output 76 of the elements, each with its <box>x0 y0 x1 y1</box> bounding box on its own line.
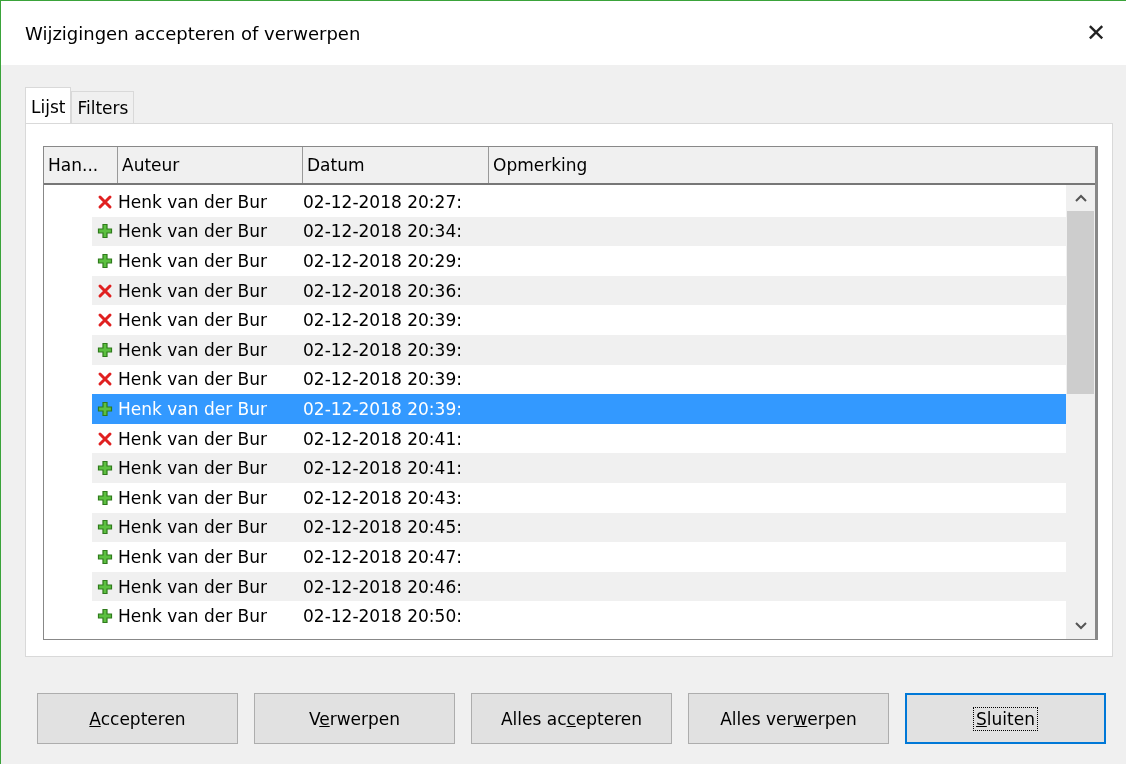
author-cell-text: Henk van der Bur <box>118 369 268 390</box>
plus-icon <box>97 548 113 565</box>
date-cell-text: 02-12-2018 20:41: <box>303 458 463 479</box>
date-cell-text: 02-12-2018 20:43: <box>303 487 463 508</box>
cross-icon <box>97 193 113 210</box>
date-cell-text: 02-12-2018 20:45: <box>303 517 463 538</box>
date-cell-text: 02-12-2018 20:29: <box>303 251 463 271</box>
author-cell-text: Henk van der Bur <box>118 339 268 360</box>
plus-icon <box>97 253 113 269</box>
date-cell-text: 02-12-2018 20:27: <box>303 191 463 212</box>
plus-icon <box>97 460 113 477</box>
date-cell-text: 02-12-2018 20:39: <box>303 339 463 360</box>
column-header[interactable]: Han... <box>44 147 118 183</box>
change-row[interactable]: Henk van der Bur 02-12-2018 20:41: <box>44 453 1066 483</box>
date-cell-text: 02-12-2018 20:36: <box>303 280 463 301</box>
cross-icon <box>97 312 113 329</box>
change-row[interactable]: Henk van der Bur 02-12-2018 20:39: <box>44 334 1066 365</box>
author-cell-text: Henk van der Bur <box>118 606 268 627</box>
column-header[interactable]: Opmerking <box>489 147 1095 183</box>
change-row[interactable]: Henk van der Bur 02-12-2018 20:50: <box>44 601 1066 631</box>
dialog-button[interactable]: Sluiten <box>905 693 1106 744</box>
plus-icon <box>97 608 113 625</box>
cross-icon <box>97 371 113 388</box>
change-row[interactable]: Henk van der Bur 02-12-2018 20:34: <box>44 216 1066 247</box>
date-cell-text: 02-12-2018 20:41: <box>303 428 463 449</box>
plus-icon <box>97 223 113 240</box>
dialog-button[interactable]: Alles accepteren <box>471 693 672 744</box>
author-cell-text: Henk van der Bur <box>118 310 268 331</box>
cross-icon <box>97 430 113 447</box>
cross-icon <box>97 282 113 299</box>
plus-icon <box>97 341 113 358</box>
change-row[interactable]: Henk van der Bur 02-12-2018 20:43: <box>44 482 1066 513</box>
change-row[interactable]: Henk van der Bur 02-12-2018 20:29: <box>44 246 1066 276</box>
author-cell-text: Henk van der Bur <box>118 458 268 479</box>
plus-icon <box>97 578 113 595</box>
author-cell-text: Henk van der Bur <box>118 546 268 567</box>
dialog-button[interactable]: Verwerpen <box>254 693 455 744</box>
scroll-thumb[interactable] <box>1067 211 1094 394</box>
change-row[interactable]: Henk van der Bur 02-12-2018 20:39: <box>44 364 1066 395</box>
close-button[interactable]: ✕ <box>1079 19 1112 47</box>
author-cell-text: Henk van der Bur <box>118 398 268 419</box>
author-cell-text: Henk van der Bur <box>118 221 268 242</box>
change-row[interactable]: Henk van der Bur 02-12-2018 20:45: <box>44 512 1066 543</box>
author-cell-text: Henk van der Bur <box>118 280 268 301</box>
author-cell-text: Henk van der Bur <box>118 517 268 538</box>
tab[interactable]: Filters <box>71 91 135 123</box>
author-cell-text: Henk van der Bur <box>118 251 268 271</box>
column-header[interactable]: Auteur <box>118 147 303 183</box>
tab[interactable]: Lijst <box>25 87 72 123</box>
author-cell-text: Henk van der Bur <box>118 576 268 597</box>
change-row[interactable]: Henk van der Bur 02-12-2018 20:47: <box>44 542 1066 572</box>
plus-icon <box>97 400 113 417</box>
scroll-up-icon[interactable] <box>1074 194 1087 202</box>
scroll-down-icon[interactable] <box>1074 622 1087 630</box>
plus-icon <box>97 489 113 506</box>
scrollbar[interactable] <box>1066 185 1095 639</box>
date-cell-text: 02-12-2018 20:34: <box>303 221 463 242</box>
author-cell-text: Henk van der Bur <box>118 428 268 449</box>
date-cell-text: 02-12-2018 20:39: <box>303 398 463 419</box>
change-row[interactable]: Henk van der Bur 02-12-2018 20:36: <box>44 275 1066 306</box>
author-cell-text: Henk van der Bur <box>118 487 268 508</box>
change-row[interactable]: Henk van der Bur 02-12-2018 20:41: <box>44 423 1066 454</box>
plus-icon <box>97 519 113 536</box>
dialog-button[interactable]: Alles verwerpen <box>688 693 889 744</box>
column-header[interactable]: Datum <box>303 147 489 183</box>
change-row[interactable]: Henk van der Bur 02-12-2018 20:46: <box>44 571 1066 602</box>
date-cell-text: 02-12-2018 20:39: <box>303 310 463 331</box>
date-cell-text: 02-12-2018 20:39: <box>303 369 463 390</box>
date-cell-text: 02-12-2018 20:50: <box>303 606 463 627</box>
change-row[interactable]: Henk van der Bur 02-12-2018 20:27: <box>44 187 1066 217</box>
change-row[interactable]: Henk van der Bur 02-12-2018 20:39: <box>44 305 1066 335</box>
author-cell-text: Henk van der Bur <box>118 191 268 212</box>
dialog-button[interactable]: Accepteren <box>37 693 238 744</box>
window-title: Wijzigingen accepteren of verwerpen <box>25 22 361 44</box>
date-cell-text: 02-12-2018 20:47: <box>303 546 463 567</box>
date-cell-text: 02-12-2018 20:46: <box>303 576 463 597</box>
